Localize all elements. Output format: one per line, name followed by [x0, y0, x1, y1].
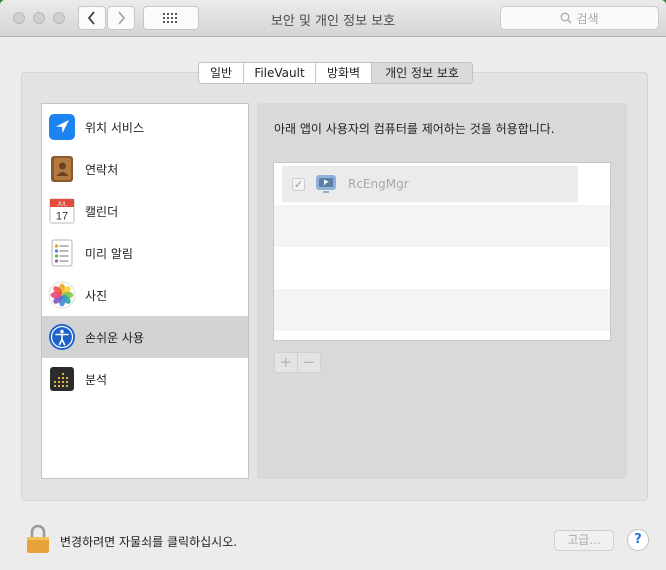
sidebar-item-label: 위치 서비스	[85, 120, 145, 135]
contacts-book-icon	[51, 156, 73, 182]
remote-app-icon	[316, 175, 336, 193]
lock-instruction: 변경하려면 자물쇠를 클릭하십시오.	[60, 535, 238, 549]
add-remove-control: + −	[274, 352, 321, 373]
title-bar: 보안 및 개인 정보 보호 검색	[0, 0, 666, 37]
photos-icon	[48, 281, 76, 309]
tab-privacy[interactable]: 개인 정보 보호	[372, 63, 472, 83]
sidebar-item-calendar[interactable]: JUL 17 캘린더	[42, 190, 248, 232]
sidebar-item-analytics[interactable]: 분석	[42, 358, 248, 400]
calendar-month: JUL	[57, 202, 67, 208]
search-field[interactable]: 검색	[500, 6, 659, 30]
sidebar-item-contacts[interactable]: 연락처	[42, 148, 248, 190]
advanced-button[interactable]: 고급...	[554, 530, 614, 551]
tab-firewall[interactable]: 방화벽	[316, 63, 372, 83]
search-placeholder: 검색	[576, 11, 599, 26]
analytics-icon	[50, 367, 74, 391]
allowed-apps-list[interactable]: ✓ RcEngMgr	[273, 162, 611, 341]
sidebar-item-reminders[interactable]: 미리 알림	[42, 232, 248, 274]
help-button[interactable]: ?	[627, 529, 649, 551]
calendar-day: 17	[56, 211, 68, 223]
accessibility-icon	[49, 324, 75, 350]
preferences-window: 보안 및 개인 정보 보호 검색 일반 FileVault 방화벽 개인 정보 …	[0, 0, 666, 570]
privacy-category-list: 위치 서비스 연락처 JUL 17 캘린더 미리 알림 사진 손쉬운 사용 분석	[41, 103, 249, 479]
sidebar-item-label: 미리 알림	[85, 246, 133, 261]
add-app-button[interactable]: +	[275, 353, 298, 372]
sidebar-item-photos[interactable]: 사진	[42, 274, 248, 316]
list-stripe	[274, 247, 610, 289]
app-name: RcEngMgr	[348, 177, 409, 191]
sidebar-item-accessibility[interactable]: 손쉬운 사용	[42, 316, 248, 358]
lock-icon[interactable]	[26, 524, 50, 554]
list-item[interactable]: ✓ RcEngMgr	[282, 166, 578, 202]
tab-filevault[interactable]: FileVault	[244, 63, 316, 83]
list-stripe	[274, 205, 610, 247]
tab-bar: 일반 FileVault 방화벽 개인 정보 보호	[198, 62, 473, 84]
sidebar-item-label: 캘린더	[85, 204, 119, 219]
permission-description: 아래 앱이 사용자의 컴퓨터를 제어하는 것을 허용합니다.	[274, 122, 555, 136]
sidebar-item-label: 연락처	[85, 162, 119, 177]
tab-general[interactable]: 일반	[199, 63, 244, 83]
sidebar-item-location-services[interactable]: 위치 서비스	[42, 106, 248, 148]
sidebar-item-label: 사진	[85, 288, 108, 303]
sidebar-item-label: 손쉬운 사용	[85, 330, 145, 345]
search-icon	[561, 12, 572, 24]
location-arrow-icon	[49, 114, 75, 140]
app-enabled-checkbox[interactable]: ✓	[292, 178, 305, 191]
sidebar-item-label: 분석	[85, 372, 108, 387]
remove-app-button[interactable]: −	[298, 353, 320, 372]
reminders-icon	[51, 239, 73, 267]
list-stripe	[274, 289, 610, 331]
calendar-icon: JUL 17	[49, 198, 75, 224]
